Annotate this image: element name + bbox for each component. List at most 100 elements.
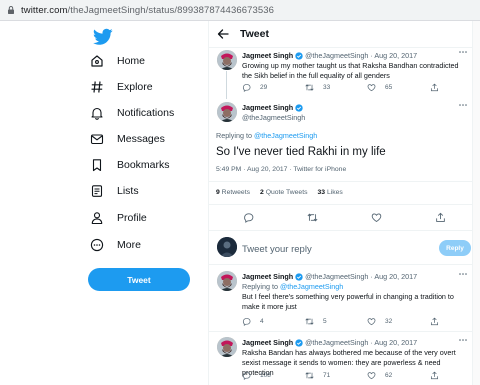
tweet-meta[interactable]: 5:49 PM · Aug 20, 2017 · Twitter for iPh… [216,166,346,173]
retweet-count: 33 [323,84,331,91]
author-handle-line: @theJagmeetSingh [242,113,305,122]
avatar[interactable] [217,337,237,357]
retweet-count: 5 [323,318,327,325]
nav-home[interactable]: Home [90,50,145,72]
tweet-author: Jagmeet Singh @theJagmeetSingh · Aug 20,… [242,51,417,60]
tweet-text: Growing up my mother taught us that Raks… [242,61,459,80]
like-action[interactable]: 62 [367,371,392,380]
nav-bookmarks[interactable]: Bookmarks [90,154,170,176]
nav-explore[interactable]: Explore [90,76,153,98]
divider [209,331,472,332]
reply-action[interactable]: 29 [242,83,267,92]
nav-lists[interactable]: Lists [90,180,139,202]
url-path: /theJagmeetSingh/status/8993878744366735… [67,4,275,16]
like-action[interactable]: 32 [367,317,392,326]
twitter-bird-icon[interactable] [93,28,113,46]
retweet-action[interactable] [307,212,327,223]
more-options-icon[interactable] [458,337,468,343]
share-icon [430,83,439,92]
avatar[interactable] [217,102,237,122]
nav-more[interactable]: More [90,234,141,256]
author-handle[interactable]: @theJagmeetSingh [305,51,368,60]
share-action[interactable] [435,212,455,223]
replying-to-link[interactable]: @theJagmeetSingh [280,282,343,291]
retweet-icon [305,372,314,379]
heart-icon [367,318,376,326]
verified-badge-icon [295,272,303,281]
scrollbar[interactable] [473,21,480,385]
likes-stat-label: Likes [326,189,343,196]
divider [209,264,472,265]
share-action[interactable] [430,83,448,92]
likes-stat[interactable]: 33 Likes [318,189,343,196]
nav-messages-label: Messages [117,133,165,145]
more-options-icon[interactable] [458,271,468,277]
share-icon [430,371,439,380]
reply-icon [244,213,254,223]
bell-icon [91,107,103,120]
nav-home-label: Home [117,55,146,67]
replying-to-label: Replying to [216,131,252,140]
share-action[interactable] [430,371,448,380]
author-name[interactable]: Jagmeet Singh [242,272,293,281]
envelope-icon [90,134,104,145]
divider [209,47,472,48]
author-name[interactable]: Jagmeet Singh [242,338,293,347]
nav-notifications-label: Notifications [117,107,175,119]
author-handle[interactable]: @theJagmeetSingh [242,113,305,122]
nav-explore-label: Explore [117,81,153,93]
tweet-date[interactable]: · Aug 20, 2017 [370,272,417,281]
reply-input[interactable]: Tweet your reply [242,244,312,255]
nav-lists-label: Lists [117,185,139,197]
quotes-stat[interactable]: 2 Quote Tweets [260,189,308,196]
sidebar: Home Explore Notifications Messages Book… [0,21,208,385]
heart-icon [367,372,376,380]
nav-notifications[interactable]: Notifications [90,102,174,124]
share-action[interactable] [430,317,448,326]
tweet-stats: 9 Retweets 2 Quote Tweets 33 Likes [216,189,343,196]
divider [209,230,472,231]
current-user-avatar[interactable] [217,237,237,257]
retweets-stat-count: 9 [216,189,220,196]
nav-bookmarks-label: Bookmarks [117,159,170,171]
author-handle[interactable]: @theJagmeetSingh [305,338,368,347]
verified-badge-icon [295,338,303,347]
url-host: twitter.com [21,4,68,16]
retweet-icon [305,318,314,325]
replying-to-link[interactable]: @theJagmeetSingh [254,131,317,140]
back-arrow-icon[interactable] [217,28,229,40]
reply-button[interactable]: Reply [439,240,471,256]
reply-action[interactable] [243,212,263,223]
nav-profile[interactable]: Profile [90,207,147,229]
reply-icon [242,84,251,92]
retweet-action[interactable]: 5 [305,317,327,326]
retweet-action[interactable]: 33 [305,83,330,92]
retweets-stat[interactable]: 9 Retweets [216,189,250,196]
tweet-date[interactable]: · Aug 20, 2017 [370,51,417,60]
reply-action[interactable]: 108 [242,371,271,380]
verified-badge-icon [295,51,303,60]
author-name[interactable]: Jagmeet Singh [242,103,293,112]
more-options-icon[interactable] [458,49,468,55]
avatar[interactable] [217,271,237,291]
tweet-date[interactable]: · Aug 20, 2017 [370,338,417,347]
author-handle[interactable]: @theJagmeetSingh [305,272,368,281]
reply-action[interactable]: 4 [242,317,264,326]
avatar-photo [217,102,237,122]
more-options-icon[interactable] [458,102,468,108]
like-action[interactable] [371,212,391,223]
like-action[interactable]: 65 [367,83,392,92]
replying-to: Replying to @theJagmeetSingh [216,131,317,140]
retweet-count: 71 [323,372,331,379]
likes-stat-count: 33 [317,189,326,196]
tweet-author: Jagmeet Singh @theJagmeetSingh · Aug 20,… [242,272,417,281]
nav-messages[interactable]: Messages [90,128,165,150]
avatar[interactable] [217,50,237,70]
address-bar[interactable]: twitter.com/theJagmeetSingh/status/89938… [0,0,480,21]
author-name[interactable]: Jagmeet Singh [242,51,293,60]
list-icon [91,185,103,197]
compose-tweet-button[interactable]: Tweet [88,268,190,291]
retweet-action[interactable]: 71 [305,371,330,380]
avatar-photo [217,271,237,291]
heart-icon [371,213,382,222]
